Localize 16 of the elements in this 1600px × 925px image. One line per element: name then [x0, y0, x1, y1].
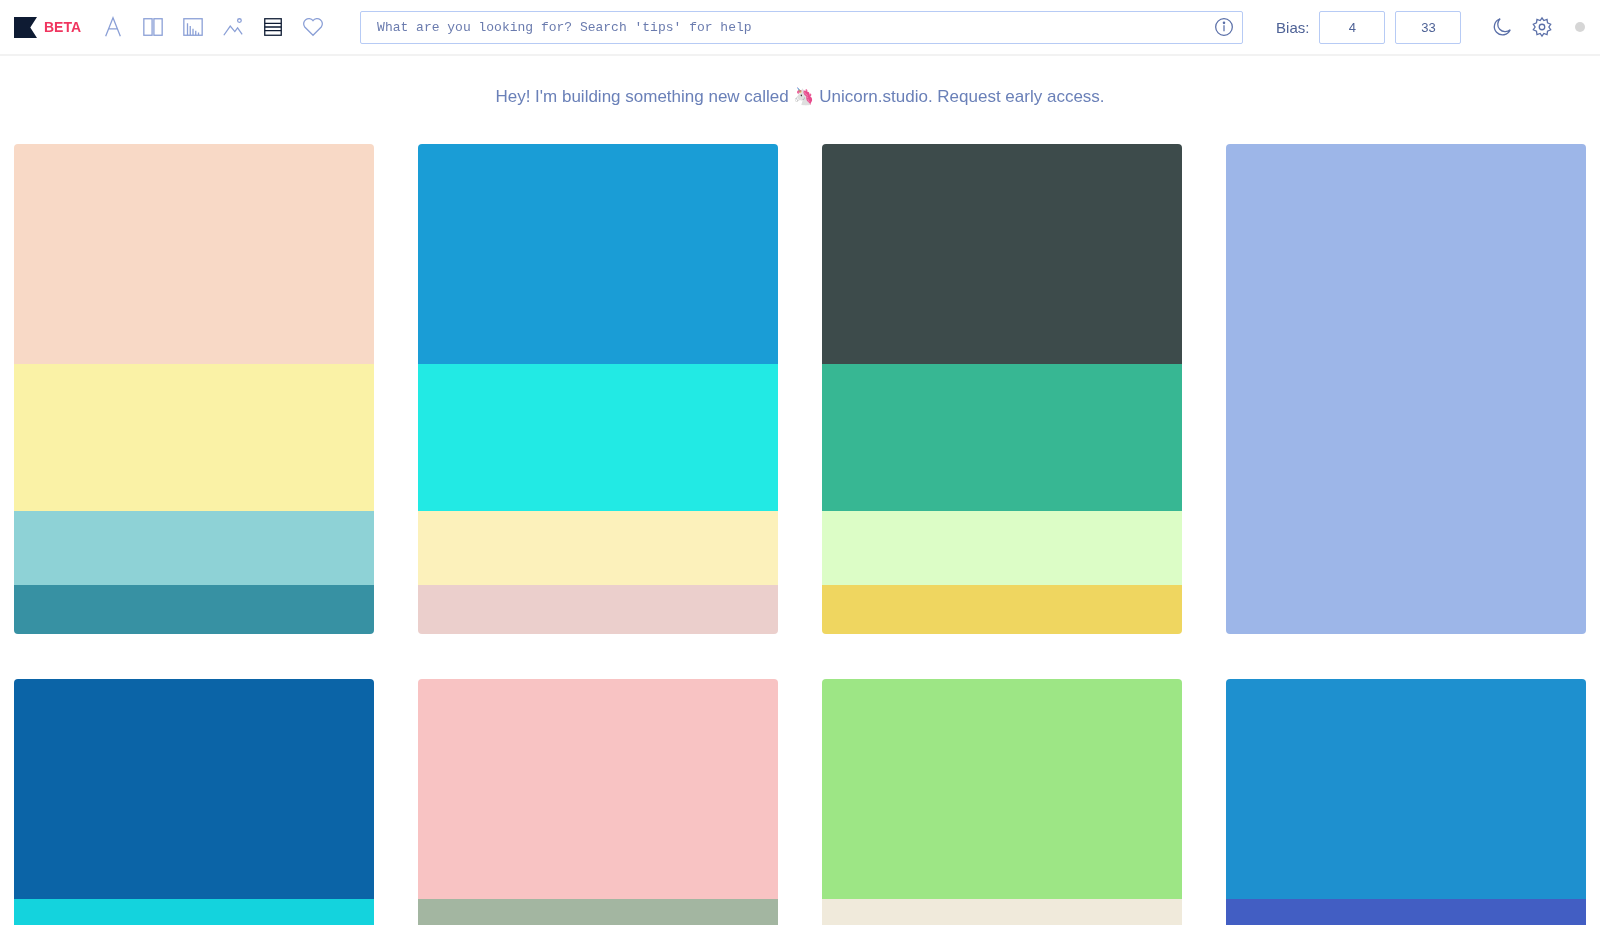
- heart-icon: [302, 16, 325, 38]
- beta-label: BETA: [44, 19, 82, 35]
- bias-input[interactable]: 4: [1319, 10, 1386, 44]
- chart-icon: [182, 16, 205, 38]
- bias-label: Bias:: [1276, 18, 1310, 36]
- settings-icon[interactable]: [1531, 16, 1554, 38]
- bias-input[interactable]: 33: [1395, 10, 1462, 44]
- info-icon[interactable]: [1214, 16, 1235, 37]
- moon-icon[interactable]: [1491, 16, 1514, 38]
- status-dot: [1575, 22, 1586, 32]
- search-field[interactable]: What are you looking for? Search 'tips' for help: [360, 10, 1244, 44]
- image-icon: [222, 16, 245, 38]
- list-icon: [262, 16, 285, 38]
- announcement-banner[interactable]: Hey! I'm building something new called 🦄 Unicorn.studio. Request early access.: [0, 86, 1600, 107]
- logo-icon[interactable]: [14, 15, 37, 39]
- columns-icon: [142, 16, 165, 38]
